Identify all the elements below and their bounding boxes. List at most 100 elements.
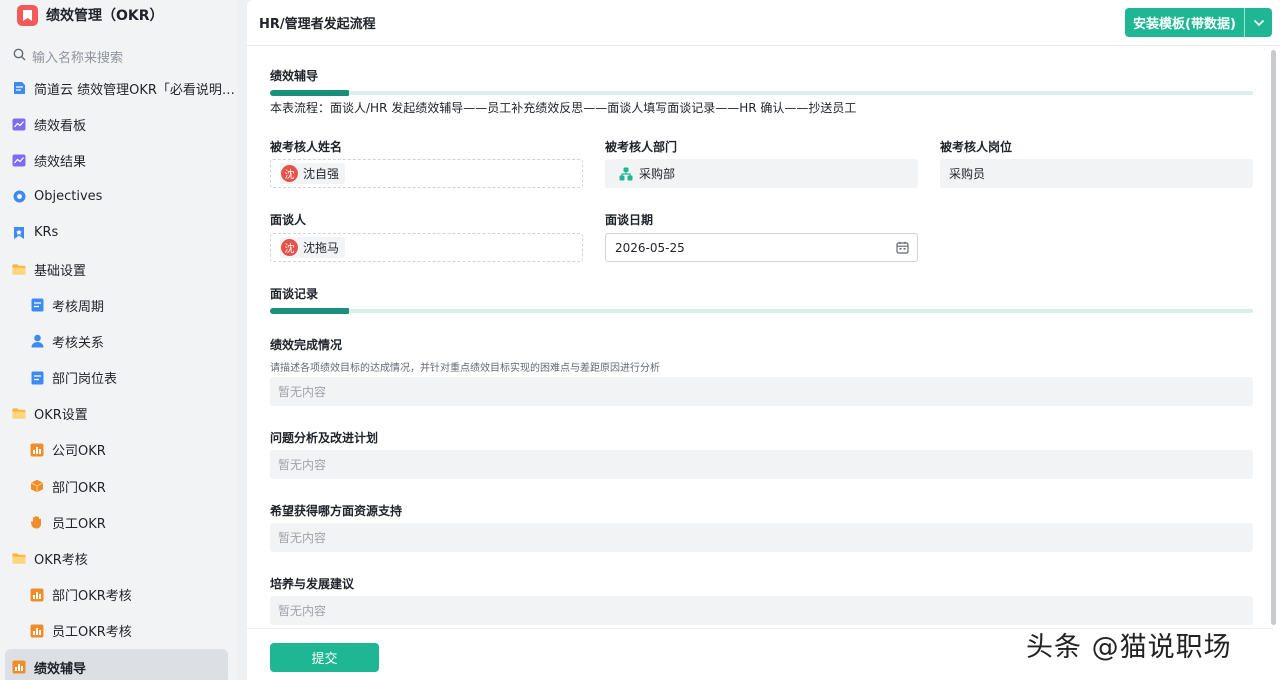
flow-icon [30, 588, 44, 602]
sidebar-item-label: KRs [34, 225, 59, 241]
doc-icon [12, 81, 26, 95]
employee-name-label: 被考核人姓名 [270, 140, 343, 154]
dashboard-icon [12, 153, 26, 167]
department-label: 被考核人部门 [605, 140, 678, 154]
topbar: HR/管理者发起流程 安装模板(带数据) [247, 0, 1280, 46]
section-divider [270, 90, 1253, 96]
folder-icon [12, 262, 26, 276]
sidebar-item-label: 考核关系 [52, 335, 105, 351]
sidebar-item-5[interactable]: 基础设置 [0, 251, 238, 287]
app-title: 绩效管理（OKR） [46, 8, 164, 24]
sidebar-item-9[interactable]: OKR设置 [0, 396, 238, 432]
employee-name-field[interactable]: 沈 沈自强 [270, 159, 583, 188]
sidebar-item-label: 简道云 绩效管理OKR「必看说明… [34, 82, 235, 98]
sidebar-item-7[interactable]: 考核关系 [0, 323, 238, 359]
employee-chip: 沈 沈自强 [280, 163, 346, 184]
record-value: 暂无内容 [278, 385, 327, 399]
sidebar-item-label: OKR考核 [34, 553, 88, 569]
form-icon [30, 298, 44, 312]
flow-icon [30, 443, 44, 457]
interviewer-value: 沈拖马 [303, 241, 340, 255]
sidebar-item-14[interactable]: 部门OKR考核 [0, 577, 238, 613]
record-field-analysis[interactable]: 暂无内容 [270, 450, 1253, 479]
sidebar: 绩效管理（OKR） 输入名称来搜索 简道云 绩效管理OKR「必看说明… 绩效看板绩… [0, 0, 238, 680]
department-field[interactable]: 采购部 [605, 159, 918, 188]
bookmark-icon [12, 226, 26, 240]
install-template-button[interactable]: 安装模板(带数据) [1125, 8, 1272, 37]
sidebar-item-label: 绩效看板 [34, 118, 87, 134]
page-title: HR/管理者发起流程 [259, 17, 376, 32]
sidebar-item-label: 基础设置 [34, 263, 87, 279]
flow-icon [30, 624, 44, 638]
sidebar-search[interactable]: 输入名称来搜索 [0, 45, 238, 67]
position-field[interactable]: 采购员 [940, 159, 1253, 188]
hand-icon [30, 515, 44, 529]
app-header: 绩效管理（OKR） [0, 0, 238, 30]
dashboard-icon [12, 117, 26, 131]
date-label: 面谈日期 [605, 213, 654, 227]
record-label-analysis: 问题分析及改进计划 [270, 431, 379, 445]
sidebar-item-15[interactable]: 员工OKR考核 [0, 613, 238, 649]
avatar: 沈 [281, 239, 298, 256]
sidebar-item-13[interactable]: OKR考核 [0, 540, 238, 576]
sidebar-item-label: 绩效辅导 [34, 661, 87, 677]
sidebar-item-label: 公司OKR [52, 444, 106, 460]
sidebar-item-label: OKR设置 [34, 408, 88, 424]
sidebar-item-label: 绩效结果 [34, 154, 87, 170]
sidebar-item-2[interactable]: 绩效结果 [0, 142, 238, 178]
app-logo-icon [17, 4, 38, 26]
sidebar-item-6[interactable]: 考核周期 [0, 287, 238, 323]
user-icon [30, 334, 44, 348]
sidebar-item-label: Objectives [34, 189, 103, 205]
sidebar-item-0[interactable]: 简道云 绩效管理OKR「必看说明… [0, 70, 238, 106]
sidebar-item-12[interactable]: 员工OKR [0, 504, 238, 540]
date-value: 2026-05-25 [615, 240, 685, 255]
search-input[interactable]: 输入名称来搜索 [32, 47, 123, 66]
sidebar-item-label: 考核周期 [52, 299, 105, 315]
scrollbar-thumb[interactable] [1271, 50, 1276, 625]
record-field-support[interactable]: 暂无内容 [270, 523, 1253, 552]
sidebar-item-16[interactable]: 绩效辅导 [5, 649, 228, 680]
org-icon [619, 167, 633, 181]
install-template-label[interactable]: 安装模板(带数据) [1125, 8, 1245, 37]
department-value: 采购部 [639, 167, 676, 181]
interviewer-field[interactable]: 沈 沈拖马 [270, 233, 583, 262]
employee-name-value: 沈自强 [303, 167, 340, 181]
section-title-coaching: 绩效辅导 [270, 69, 319, 83]
record-value: 暂无内容 [278, 604, 327, 618]
sidebar-item-1[interactable]: 绩效看板 [0, 106, 238, 142]
folder-icon [12, 552, 26, 566]
sidebar-item-4[interactable]: KRs [0, 215, 238, 251]
watermark: 头条 @猫说职场 [1026, 632, 1232, 663]
sidebar-item-label: 部门OKR [52, 480, 106, 496]
position-label: 被考核人岗位 [940, 140, 1013, 154]
record-label-development: 培养与发展建议 [270, 577, 355, 591]
folder-icon [12, 407, 26, 421]
record-value: 暂无内容 [278, 531, 327, 545]
scrollbar[interactable] [1270, 46, 1276, 628]
record-field-completion[interactable]: 暂无内容 [270, 377, 1253, 406]
sidebar-nav: 简道云 绩效管理OKR「必看说明… 绩效看板绩效结果 Objectives KRs 基础… [0, 70, 238, 680]
calendar-icon[interactable] [896, 241, 909, 257]
sidebar-item-8[interactable]: 部门岗位表 [0, 360, 238, 396]
submit-button[interactable]: 提交 [270, 643, 379, 672]
record-hint-completion: 请描述各项绩效目标的达成情况，并针对重点绩效目标实现的困难点与差距原因进行分析 [270, 363, 660, 374]
sidebar-item-label: 员工OKR考核 [52, 625, 132, 641]
chevron-down-icon[interactable] [1245, 8, 1272, 37]
date-field[interactable]: 2026-05-25 [605, 233, 918, 262]
section-divider [270, 308, 1253, 314]
sidebar-item-3[interactable]: Objectives [0, 179, 238, 215]
main-panel: HR/管理者发起流程 安装模板(带数据) 绩效辅导 本表流程：面谈人/HR 发起… [247, 0, 1280, 680]
sidebar-item-label: 部门岗位表 [52, 372, 118, 388]
box-icon [30, 479, 44, 493]
interviewer-chip: 沈 沈拖马 [280, 237, 346, 258]
record-label-support: 希望获得哪方面资源支持 [270, 504, 403, 518]
flow-description: 本表流程：面谈人/HR 发起绩效辅导——员工补充绩效反思——面谈人填写面谈记录—… [270, 101, 857, 115]
target-icon [12, 190, 26, 204]
flow-icon [12, 660, 26, 674]
record-field-development[interactable]: 暂无内容 [270, 596, 1253, 625]
sidebar-item-11[interactable]: 部门OKR [0, 468, 238, 504]
sidebar-item-10[interactable]: 公司OKR [0, 432, 238, 468]
sidebar-item-label: 部门OKR考核 [52, 589, 132, 605]
record-value: 暂无内容 [278, 458, 327, 472]
